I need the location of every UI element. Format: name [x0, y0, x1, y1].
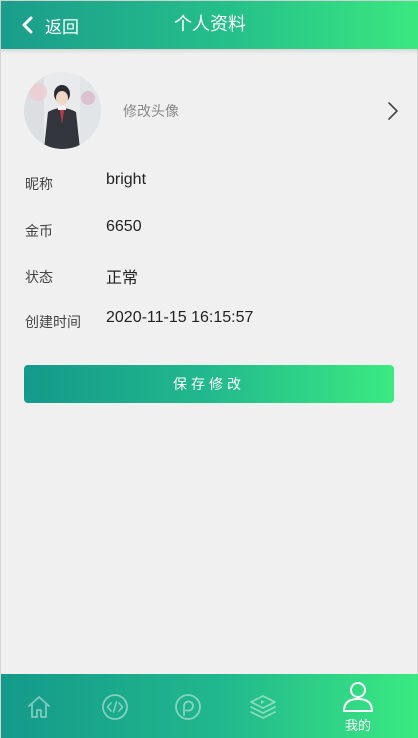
- created-time-row: 创建时间 2020-11-15 16:15:57: [25, 309, 395, 333]
- back-button[interactable]: 返回: [19, 1, 79, 49]
- nickname-row: 昵称 bright: [25, 171, 395, 195]
- bottom-nav: 我的: [1, 674, 418, 738]
- change-avatar-label: 修改头像: [123, 104, 179, 120]
- save-changes-button[interactable]: 保存修改: [24, 365, 394, 403]
- user-icon: [343, 682, 373, 712]
- status-value: 正常: [106, 270, 139, 287]
- chevron-left-icon: [22, 16, 33, 34]
- nav-layers[interactable]: [226, 674, 300, 738]
- nav-mine[interactable]: 我的: [321, 674, 395, 738]
- avatar-photo: [24, 72, 101, 149]
- status-label: 状态: [25, 270, 53, 286]
- home-icon: [28, 695, 50, 718]
- coins-row: 金币 6650: [25, 218, 395, 242]
- nickname-label: 昵称: [25, 177, 53, 193]
- nav-discover[interactable]: [151, 674, 225, 738]
- header-bar: 返回 个人资料: [1, 1, 418, 49]
- change-avatar-row[interactable]: 修改头像: [1, 63, 418, 159]
- coins-label: 金币: [25, 224, 53, 240]
- code-icon: [102, 693, 128, 720]
- nav-mine-label: 我的: [344, 719, 371, 734]
- created-time-value: 2020-11-15 16:15:57: [106, 309, 254, 326]
- status-row: 状态 正常: [25, 264, 395, 288]
- avatar[interactable]: [24, 72, 101, 149]
- chevron-right-icon: [388, 102, 398, 120]
- layers-icon: [250, 694, 276, 719]
- nickname-value[interactable]: bright: [106, 171, 146, 189]
- coins-value: 6650: [106, 218, 142, 235]
- discover-icon: [175, 693, 201, 720]
- back-label: 返回: [45, 17, 79, 38]
- nav-code[interactable]: [78, 674, 152, 738]
- nav-home[interactable]: [2, 674, 76, 738]
- app-frame: 返回 个人资料 修改头像 昵称 bright 金币 6650 状态 正常 创建时…: [0, 0, 418, 738]
- created-time-label: 创建时间: [25, 315, 81, 331]
